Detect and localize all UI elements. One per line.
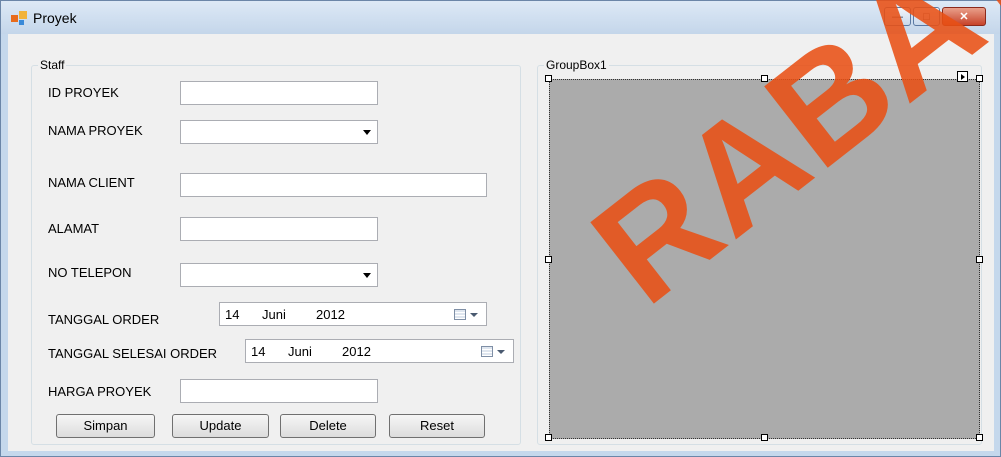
close-button[interactable]: ✕ bbox=[942, 7, 986, 26]
reset-button[interactable]: Reset bbox=[389, 414, 485, 438]
id-proyek-label: ID PROYEK bbox=[48, 85, 119, 100]
title-bar[interactable]: Proyek — □ ✕ bbox=[1, 1, 1000, 34]
resize-handle-top[interactable] bbox=[761, 75, 768, 82]
resize-handle-bottom-right[interactable] bbox=[976, 434, 983, 441]
update-button[interactable]: Update bbox=[172, 414, 269, 438]
tanggal-selesai-day[interactable]: 14 bbox=[251, 344, 265, 359]
alamat-label: ALAMAT bbox=[48, 221, 100, 236]
nama-proyek-combo[interactable] bbox=[180, 120, 378, 144]
tanggal-order-day[interactable]: 14 bbox=[225, 307, 239, 322]
simpan-button[interactable]: Simpan bbox=[56, 414, 155, 438]
alamat-input[interactable] bbox=[180, 217, 378, 241]
delete-button[interactable]: Delete bbox=[280, 414, 376, 438]
no-telepon-combo[interactable] bbox=[180, 263, 378, 287]
staff-groupbox-title: Staff bbox=[38, 58, 67, 72]
resize-handle-bottom-left[interactable] bbox=[545, 434, 552, 441]
close-icon: ✕ bbox=[959, 11, 969, 23]
designer-panel-selected[interactable] bbox=[549, 79, 980, 439]
tanggal-selesai-month[interactable]: Juni bbox=[288, 344, 312, 359]
no-telepon-label: NO TELEPON bbox=[48, 265, 132, 280]
maximize-button[interactable]: □ bbox=[913, 7, 940, 26]
tanggal-selesai-year[interactable]: 2012 bbox=[342, 344, 371, 359]
nama-client-label: NAMA CLIENT bbox=[48, 175, 135, 190]
caption-buttons: — □ ✕ bbox=[884, 7, 986, 26]
chevron-down-icon bbox=[363, 130, 371, 135]
harga-proyek-input[interactable] bbox=[180, 379, 378, 403]
tanggal-order-month[interactable]: Juni bbox=[262, 307, 286, 322]
nama-proyek-label: NAMA PROYEK bbox=[48, 123, 143, 138]
resize-handle-top-right[interactable] bbox=[976, 75, 983, 82]
form-client-area: Staff ID PROYEK NAMA PROYEK NAMA CLIENT … bbox=[8, 34, 994, 451]
tanggal-order-datepicker[interactable]: 14 Juni 2012 bbox=[219, 302, 487, 326]
calendar-icon[interactable] bbox=[481, 346, 493, 357]
resize-handle-left[interactable] bbox=[545, 256, 552, 263]
resize-handle-right[interactable] bbox=[976, 256, 983, 263]
tanggal-selesai-datepicker[interactable]: 14 Juni 2012 bbox=[245, 339, 514, 363]
minimize-button[interactable]: — bbox=[884, 7, 911, 26]
resize-handle-top-left[interactable] bbox=[545, 75, 552, 82]
tanggal-order-label: TANGGAL ORDER bbox=[48, 312, 160, 327]
id-proyek-input[interactable] bbox=[180, 81, 378, 105]
chevron-down-icon[interactable] bbox=[470, 313, 478, 317]
smart-tag-arrow-icon[interactable] bbox=[957, 71, 968, 82]
chevron-down-icon bbox=[363, 273, 371, 278]
resize-handle-bottom[interactable] bbox=[761, 434, 768, 441]
chevron-down-icon[interactable] bbox=[497, 350, 505, 354]
window-title: Proyek bbox=[33, 10, 77, 26]
calendar-icon[interactable] bbox=[454, 309, 466, 320]
groupbox1-title: GroupBox1 bbox=[544, 58, 609, 72]
maximize-icon: □ bbox=[923, 10, 930, 23]
tanggal-selesai-label: TANGGAL SELESAI ORDER bbox=[48, 346, 218, 361]
harga-proyek-label: HARGA PROYEK bbox=[48, 384, 152, 399]
nama-client-input[interactable] bbox=[180, 173, 487, 197]
proyek-window: Proyek — □ ✕ Staff ID PROYEK NAMA PROYEK… bbox=[0, 0, 1001, 457]
minimize-icon: — bbox=[892, 10, 903, 23]
form-icon bbox=[11, 11, 27, 25]
tanggal-order-year[interactable]: 2012 bbox=[316, 307, 345, 322]
